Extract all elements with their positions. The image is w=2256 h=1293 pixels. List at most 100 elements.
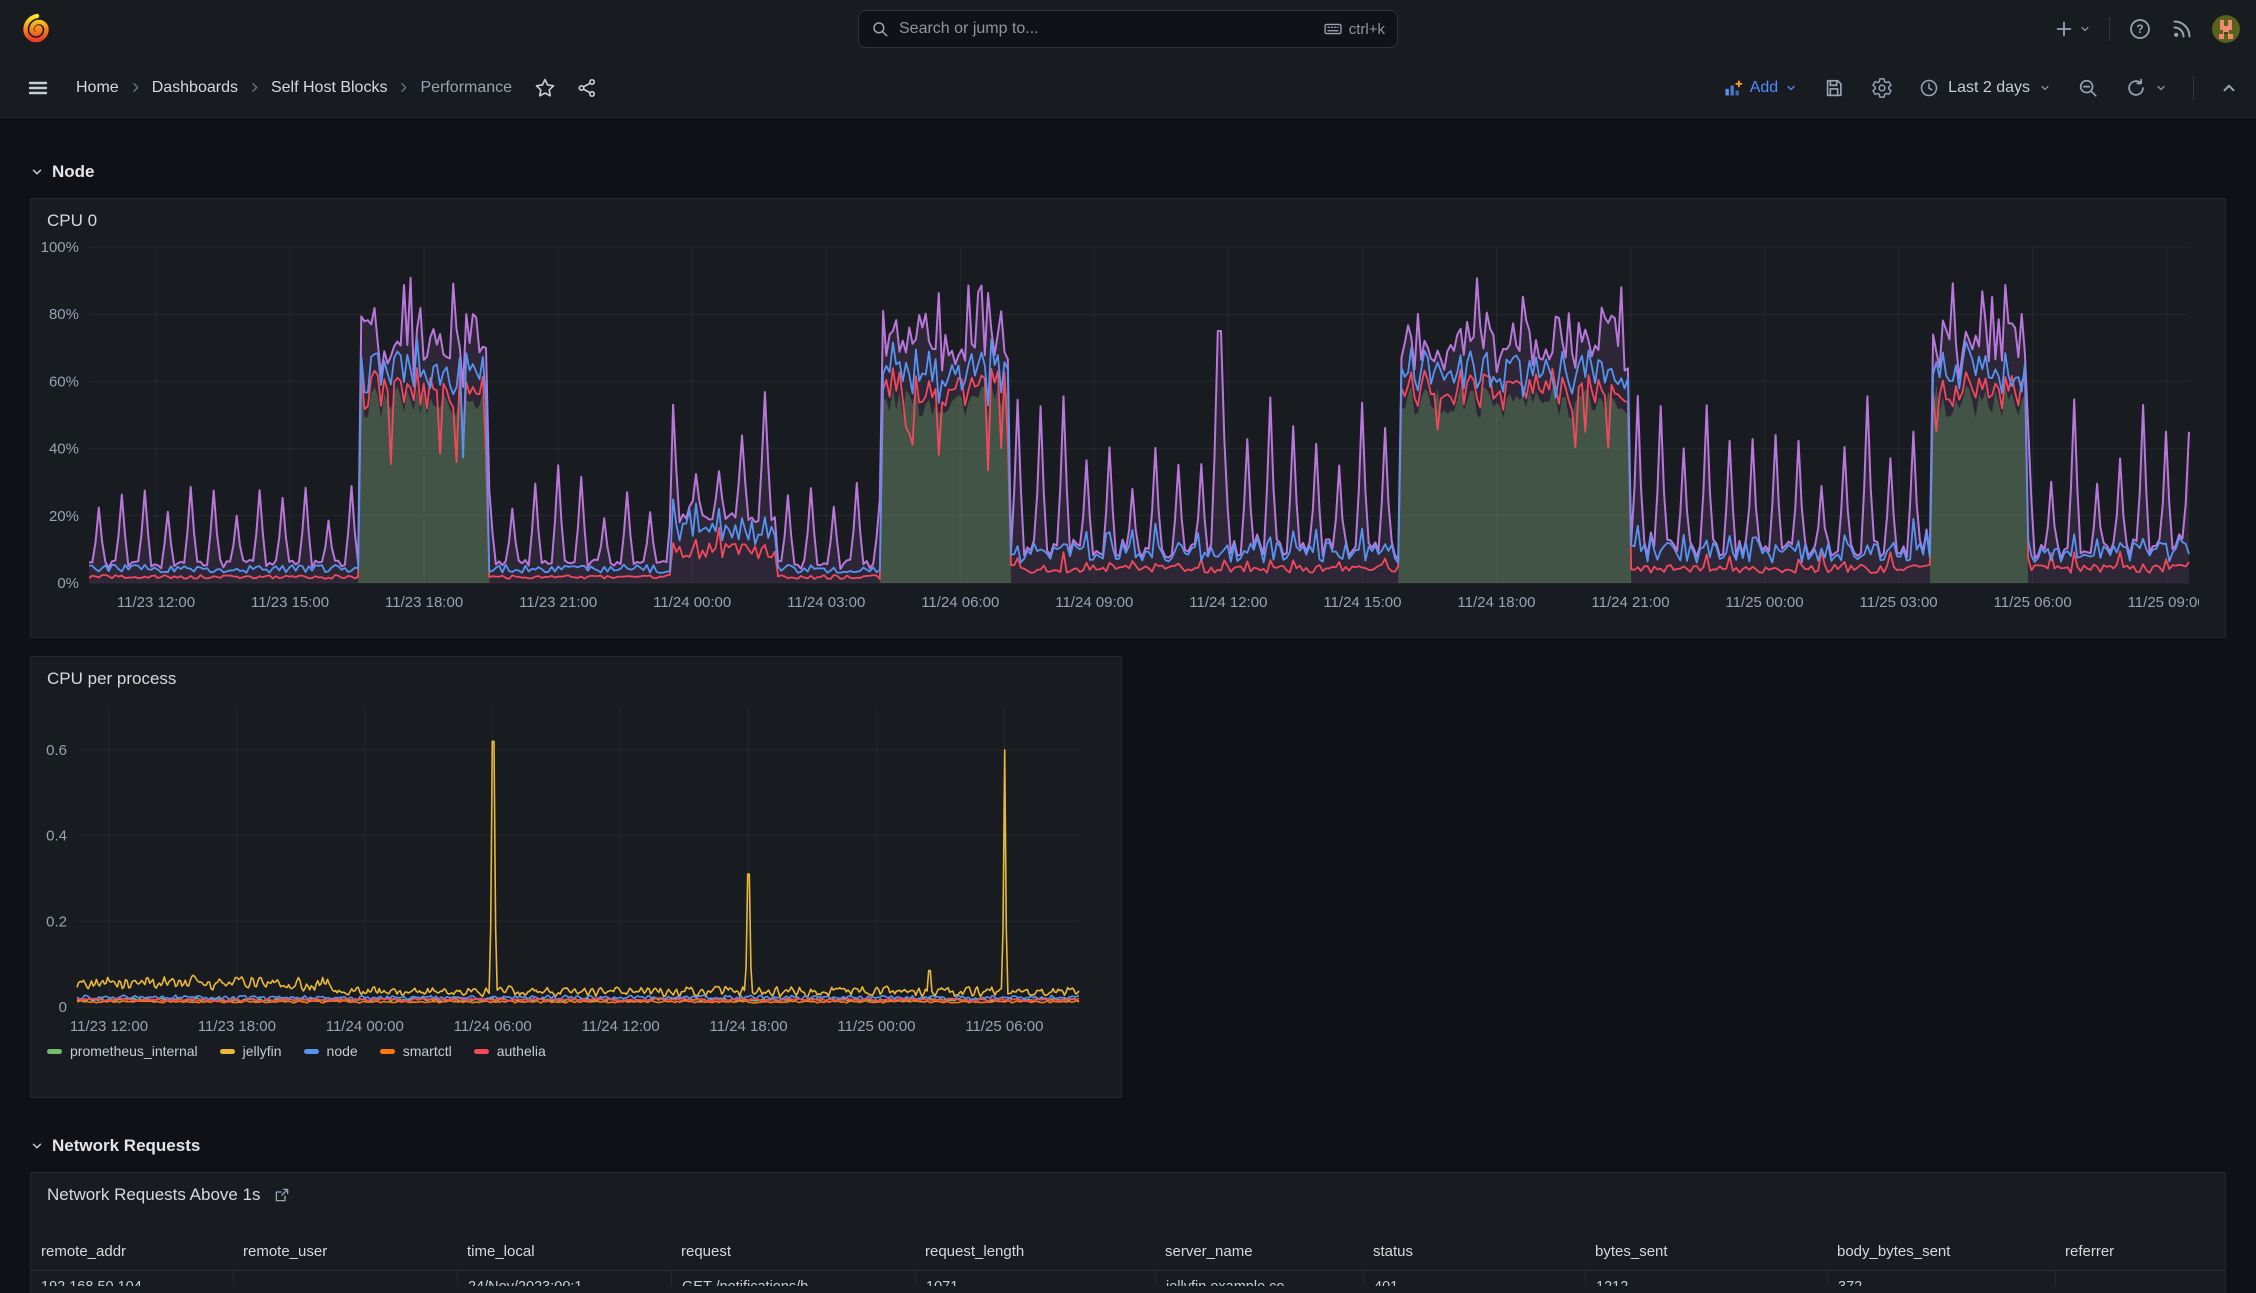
legend-item-node[interactable]: node bbox=[303, 1043, 358, 1059]
legend-label: smartctl bbox=[402, 1043, 452, 1059]
svg-text:?: ? bbox=[2136, 22, 2143, 36]
svg-text:11/24 18:00: 11/24 18:00 bbox=[709, 1018, 787, 1035]
share-icon[interactable] bbox=[576, 77, 598, 99]
panel-cpu0[interactable]: CPU 0 0% 20% 40% 60% 80% 100% 11/23 12:00 11/23… bbox=[30, 198, 2226, 638]
add-button[interactable]: Add bbox=[1723, 78, 1797, 98]
table-cell: 1071 bbox=[915, 1271, 1155, 1286]
refresh-icon[interactable] bbox=[2125, 77, 2167, 99]
column-header-remote_addr[interactable]: remote_addr bbox=[31, 1235, 233, 1270]
keyboard-shortcut: ctrl+k bbox=[1323, 19, 1385, 39]
svg-text:11/23 18:00: 11/23 18:00 bbox=[198, 1018, 276, 1035]
breadcrumb-folder[interactable]: Self Host Blocks bbox=[271, 79, 387, 97]
table-cell: GET /notifications/h bbox=[671, 1271, 915, 1286]
collapse-up-icon[interactable] bbox=[2220, 79, 2238, 97]
column-header-referrer[interactable]: referrer bbox=[2055, 1235, 2225, 1270]
new-item-button[interactable] bbox=[2053, 18, 2091, 40]
help-icon[interactable]: ? bbox=[2128, 17, 2152, 41]
legend-item-jellyfin[interactable]: jellyfin bbox=[219, 1043, 282, 1059]
table-row[interactable]: 192.168.50.104 24/Nov/2023:00:1GET /notif… bbox=[31, 1271, 2225, 1286]
svg-text:0%: 0% bbox=[57, 575, 79, 592]
news-icon[interactable] bbox=[2170, 17, 2194, 41]
svg-text:11/23 12:00: 11/23 12:00 bbox=[70, 1018, 148, 1035]
search-input[interactable]: Search or jump to... ctrl+k bbox=[858, 10, 1398, 48]
top-nav: Search or jump to... ctrl+k ? bbox=[0, 0, 2256, 58]
grafana-logo-icon[interactable] bbox=[20, 13, 52, 45]
svg-text:11/24 03:00: 11/24 03:00 bbox=[787, 594, 865, 611]
chevron-right-icon bbox=[129, 81, 142, 94]
panel-cpu0-title[interactable]: CPU 0 bbox=[31, 199, 2225, 235]
chevron-down-icon bbox=[2157, 85, 2165, 90]
time-range-picker[interactable]: Last 2 days bbox=[1919, 78, 2051, 98]
column-header-body_bytes_sent[interactable]: body_bytes_sent bbox=[1827, 1235, 2055, 1270]
svg-text:0.6: 0.6 bbox=[46, 742, 67, 759]
svg-text:0.2: 0.2 bbox=[46, 913, 67, 930]
table-cell: 372 bbox=[1827, 1271, 2055, 1286]
section-node-title: Node bbox=[52, 162, 95, 181]
svg-text:11/25 06:00: 11/25 06:00 bbox=[965, 1018, 1043, 1035]
column-header-bytes_sent[interactable]: bytes_sent bbox=[1585, 1235, 1827, 1270]
breadcrumb-home[interactable]: Home bbox=[76, 79, 119, 97]
svg-text:11/24 18:00: 11/24 18:00 bbox=[1457, 594, 1535, 611]
table-cell bbox=[233, 1271, 457, 1286]
chevron-down-icon bbox=[1787, 85, 1795, 90]
svg-text:11/25 00:00: 11/25 00:00 bbox=[837, 1018, 915, 1035]
clock-icon bbox=[1919, 78, 1939, 98]
search-icon bbox=[871, 20, 889, 38]
svg-text:80%: 80% bbox=[49, 306, 79, 323]
svg-text:11/24 06:00: 11/24 06:00 bbox=[454, 1018, 532, 1035]
zoom-out-icon[interactable] bbox=[2077, 77, 2099, 99]
divider bbox=[2109, 17, 2110, 41]
table-body[interactable]: 192.168.50.104 24/Nov/2023:00:1GET /notif… bbox=[31, 1271, 2225, 1286]
keyboard-icon bbox=[1323, 19, 1343, 39]
column-header-status[interactable]: status bbox=[1363, 1235, 1585, 1270]
section-network-requests[interactable]: Network Requests bbox=[30, 1132, 2226, 1160]
cpu0-chart[interactable]: 0% 20% 40% 60% 80% 100% 11/23 12:00 11/23 15:00… bbox=[31, 235, 2199, 617]
cpu-per-process-chart[interactable]: 0 0.2 0.4 0.6 11/23 12:00 11/23 18:00 11/24 00… bbox=[31, 693, 1093, 1039]
save-dashboard-icon[interactable] bbox=[1823, 77, 1845, 99]
svg-text:60%: 60% bbox=[49, 373, 79, 390]
breadcrumb-dashboards[interactable]: Dashboards bbox=[152, 79, 238, 97]
svg-text:0: 0 bbox=[59, 999, 67, 1016]
table-header-row: remote_addr remote_user time_local request r… bbox=[31, 1235, 2225, 1271]
breadcrumb: Home Dashboards Self Host Blocks Perform… bbox=[76, 79, 512, 97]
graph-bar-icon bbox=[1725, 79, 1742, 95]
legend-label: prometheus_internal bbox=[70, 1043, 198, 1059]
menu-icon[interactable] bbox=[26, 76, 50, 100]
divider bbox=[2193, 75, 2194, 100]
network-requests-table[interactable]: remote_addr remote_user time_local request r… bbox=[31, 1235, 2225, 1286]
external-link-icon[interactable] bbox=[273, 1186, 291, 1204]
svg-text:11/24 12:00: 11/24 12:00 bbox=[1189, 594, 1267, 611]
column-header-remote_user[interactable]: remote_user bbox=[233, 1235, 457, 1270]
legend-item-smartctl[interactable]: smartctl bbox=[379, 1043, 452, 1059]
legend-item-authelia[interactable]: authelia bbox=[473, 1043, 546, 1059]
svg-text:11/24 06:00: 11/24 06:00 bbox=[921, 594, 999, 611]
column-header-server_name[interactable]: server_name bbox=[1155, 1235, 1363, 1270]
section-node[interactable]: Node bbox=[30, 158, 2226, 186]
table-cell: 401 bbox=[1363, 1271, 1585, 1286]
svg-text:11/25 00:00: 11/25 00:00 bbox=[1725, 594, 1803, 611]
user-avatar[interactable] bbox=[2212, 15, 2240, 43]
svg-text:11/25 06:00: 11/25 06:00 bbox=[1994, 594, 2072, 611]
legend-item-prometheus_internal[interactable]: prometheus_internal bbox=[47, 1043, 198, 1059]
panel-cpu-per-process[interactable]: CPU per process 0 0.2 0.4 0.6 11/23 12:00 11/… bbox=[30, 656, 1122, 1098]
search-placeholder: Search or jump to... bbox=[899, 20, 1039, 37]
panel-cpu-per-process-title[interactable]: CPU per process bbox=[31, 657, 1121, 693]
favorite-star-icon[interactable] bbox=[534, 77, 556, 99]
svg-text:11/24 12:00: 11/24 12:00 bbox=[582, 1018, 660, 1035]
legend-swatch bbox=[473, 1048, 489, 1054]
panel-network-requests[interactable]: Network Requests Above 1s remote_addr rem… bbox=[30, 1172, 2226, 1293]
chevron-down-icon bbox=[2081, 26, 2089, 32]
column-header-time_local[interactable]: time_local bbox=[457, 1235, 671, 1270]
legend-label: jellyfin bbox=[242, 1043, 282, 1059]
legend-swatch bbox=[379, 1048, 395, 1054]
column-header-request[interactable]: request bbox=[671, 1235, 915, 1270]
panel-net-title[interactable]: Network Requests Above 1s bbox=[47, 1185, 261, 1205]
legend-swatch bbox=[47, 1048, 62, 1054]
column-header-request_length[interactable]: request_length bbox=[915, 1235, 1155, 1270]
breadcrumb-current: Performance bbox=[420, 78, 513, 96]
dashboard-settings-icon[interactable] bbox=[1871, 77, 1893, 99]
svg-text:11/23 15:00: 11/23 15:00 bbox=[251, 594, 329, 611]
svg-text:11/24 00:00: 11/24 00:00 bbox=[653, 594, 731, 611]
table-cell: 24/Nov/2023:00:1 bbox=[457, 1271, 671, 1286]
svg-text:20%: 20% bbox=[49, 508, 79, 525]
